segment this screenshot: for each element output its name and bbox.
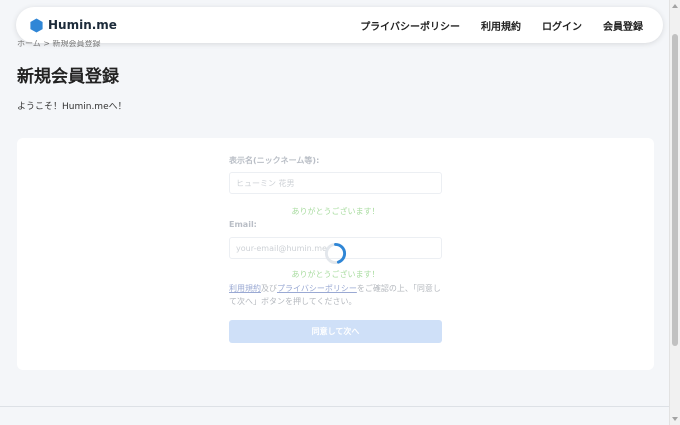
consent-and: 及び	[261, 284, 277, 293]
scrollbar-thumb[interactable]	[672, 34, 678, 346]
footer-divider	[0, 406, 669, 425]
welcome-text: ようこそ！Humin.meへ！	[17, 102, 127, 112]
nav-link-terms[interactable]: 利用規約	[481, 18, 521, 33]
email-label: Email:	[229, 220, 257, 229]
page-title: 新規会員登録	[17, 67, 119, 87]
page: Humin.me プライバシーポリシー 利用規約 ログイン 会員登録 ホーム >…	[0, 0, 669, 425]
nav-link-privacy-policy[interactable]: プライバシーポリシー	[360, 18, 460, 33]
nav-link-signup[interactable]: 会員登録	[603, 18, 643, 33]
brand-name: Humin.me	[48, 18, 117, 32]
hexagon-logo-icon	[30, 17, 43, 33]
scroll-down-arrow-icon[interactable]	[672, 417, 678, 421]
consent-text: 利用規約及びプライバシーポリシーをご確認の上、「同意して次へ」ボタンを押してくだ…	[229, 282, 444, 308]
scroll-up-arrow-icon[interactable]	[672, 4, 678, 8]
nav-link-login[interactable]: ログイン	[542, 18, 582, 33]
nickname-success-message: ありがとうございます！	[291, 207, 380, 216]
agree-and-next-button[interactable]: 同意して次へ	[229, 320, 442, 343]
nav-links: プライバシーポリシー 利用規約 ログイン 会員登録	[360, 18, 643, 33]
email-success-message: ありがとうございます！	[291, 270, 380, 279]
top-navbar: Humin.me プライバシーポリシー 利用規約 ログイン 会員登録	[16, 7, 663, 43]
nickname-input[interactable]	[229, 172, 442, 194]
brand[interactable]: Humin.me	[29, 17, 117, 33]
privacy-policy-link[interactable]: プライバシーポリシー	[277, 284, 357, 293]
terms-link[interactable]: 利用規約	[229, 284, 261, 293]
nickname-label: 表示名(ニックネーム等):	[229, 156, 320, 165]
vertical-scrollbar[interactable]	[669, 0, 680, 425]
loading-spinner-icon	[324, 242, 347, 265]
